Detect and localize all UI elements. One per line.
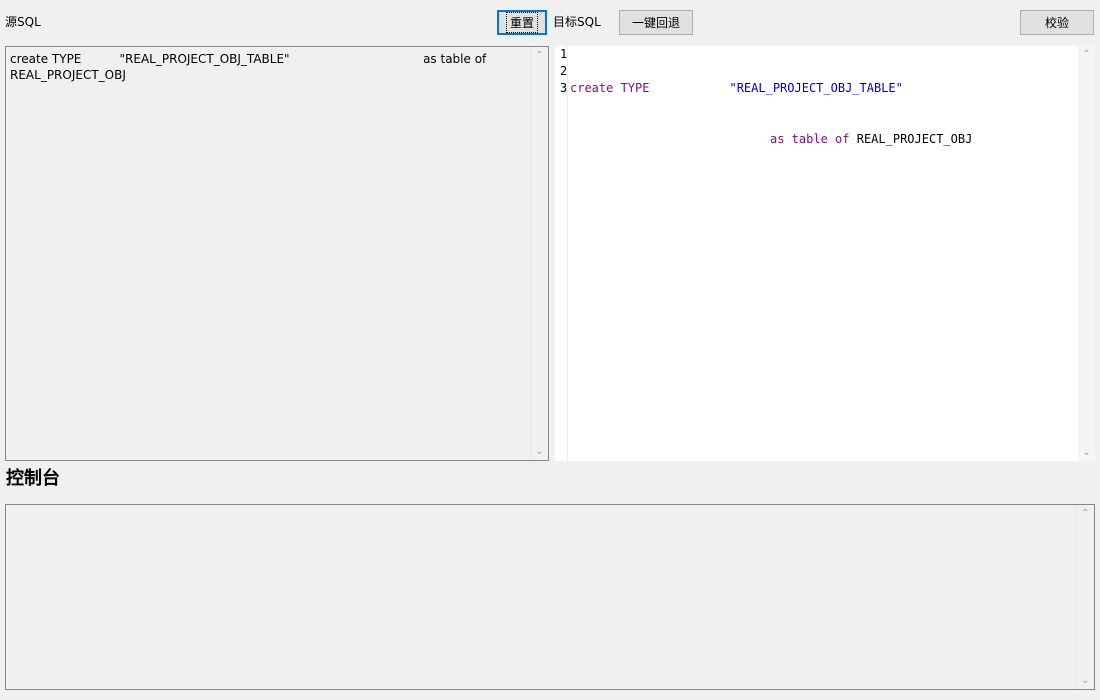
line-number-gutter: 1 2 3 (555, 46, 568, 461)
source-line: REAL_PROJECT_OBJ (10, 68, 126, 82)
console-scrollbar[interactable]: ⌃ ⌄ (1076, 505, 1094, 689)
source-sql-label: 源SQL (5, 15, 41, 29)
source-sql-text[interactable]: create TYPE "REAL_PROJECT_OBJ_TABLE" as … (10, 51, 522, 83)
chevron-up-icon[interactable]: ⌃ (531, 47, 548, 64)
rollback-button[interactable]: 一键回退 (619, 10, 693, 35)
source-scrollbar[interactable]: ⌃ ⌄ (530, 47, 548, 460)
keyword-token: as table of (770, 132, 850, 146)
console-title: 控制台 (6, 468, 60, 489)
code-line-1: create TYPE "REAL_PROJECT_OBJ_TABLE" (570, 80, 972, 97)
chevron-down-icon[interactable]: ⌄ (1077, 672, 1094, 689)
target-sql-editor[interactable]: 1 2 3 create TYPE "REAL_PROJECT_OBJ_TABLE… (555, 46, 1095, 461)
reset-button[interactable]: 重置 (497, 10, 547, 35)
console-output[interactable]: ⌃ ⌄ (5, 504, 1095, 690)
line-number: 3 (560, 81, 568, 95)
source-sql-editor[interactable]: create TYPE "REAL_PROJECT_OBJ_TABLE" as … (5, 46, 549, 461)
line-number: 2 (560, 64, 568, 78)
target-sql-code[interactable]: create TYPE "REAL_PROJECT_OBJ_TABLE" as t… (570, 46, 972, 233)
identifier-token: REAL_PROJECT_OBJ (856, 132, 973, 146)
reset-button-label: 重置 (505, 12, 539, 33)
chevron-up-icon[interactable]: ⌃ (1078, 46, 1095, 63)
target-sql-label: 目标SQL (553, 15, 601, 29)
chevron-down-icon[interactable]: ⌄ (531, 443, 548, 460)
validate-button[interactable]: 校验 (1020, 10, 1094, 35)
line-number: 1 (560, 47, 568, 61)
keyword-token: create TYPE (570, 81, 650, 95)
chevron-up-icon[interactable]: ⌃ (1077, 505, 1094, 522)
code-line-2: as table of REAL_PROJECT_OBJ (570, 131, 972, 148)
source-line: create TYPE "REAL_PROJECT_OBJ_TABLE" as … (10, 52, 487, 66)
target-scrollbar[interactable]: ⌃ ⌄ (1078, 46, 1095, 461)
chevron-down-icon[interactable]: ⌄ (1078, 444, 1095, 461)
string-token: "REAL_PROJECT_OBJ_TABLE" (729, 81, 903, 95)
